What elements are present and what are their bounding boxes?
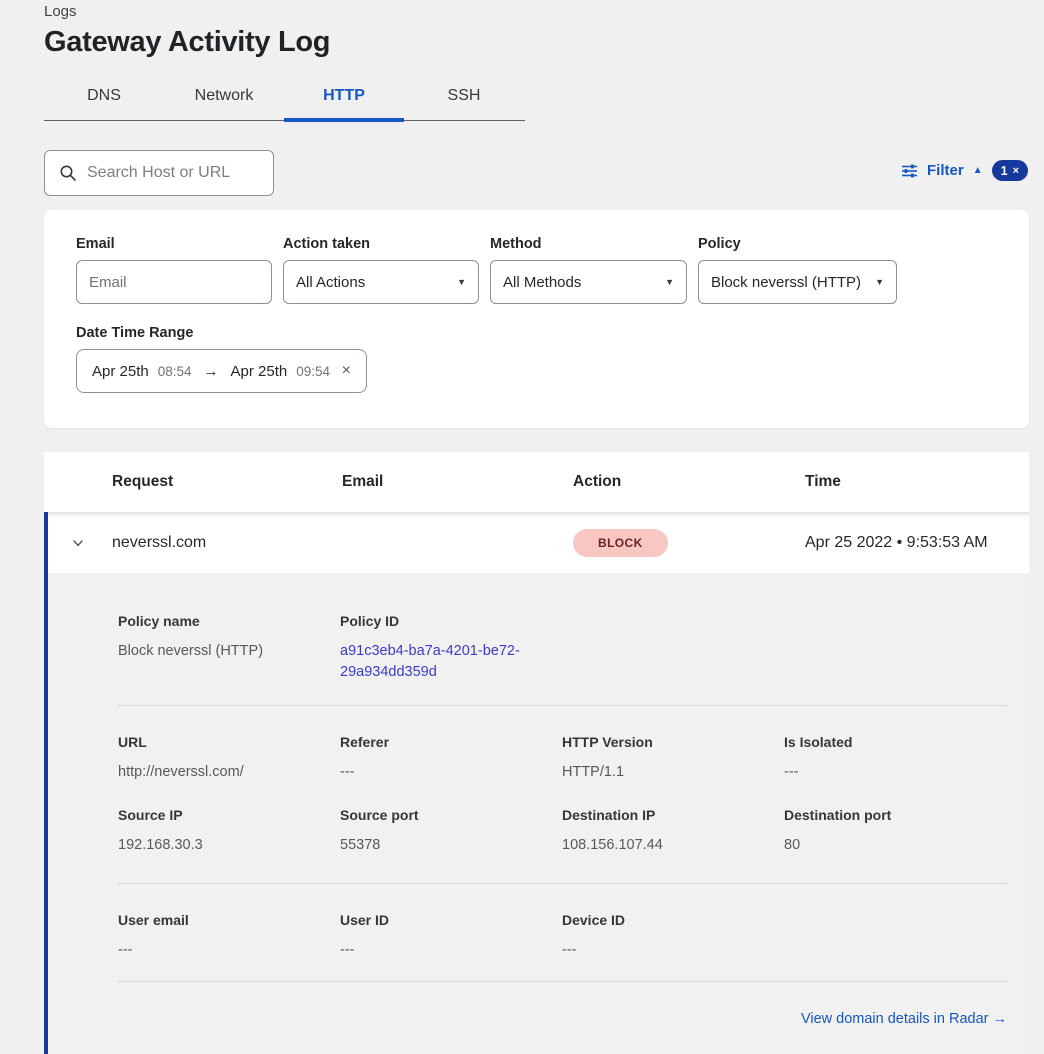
- search-input[interactable]: [87, 164, 294, 182]
- email-filter-label: Email: [76, 236, 272, 252]
- detail-http-version: HTTP Version HTTP/1.1: [562, 734, 784, 783]
- table-header: Request Email Action Time: [44, 452, 1029, 512]
- detail-user-id: User ID ---: [340, 912, 562, 961]
- tab-network[interactable]: Network: [164, 76, 284, 120]
- email-filter-input[interactable]: [76, 260, 272, 304]
- detail-source-ip: Source IP 192.168.30.3: [118, 807, 340, 856]
- radar-details-link[interactable]: View domain details in Radar →: [801, 1011, 1007, 1027]
- detail-policy-id: Policy ID a91c3eb4-ba7a-4201-be72-29a934…: [340, 613, 562, 683]
- detail-source-port: Source port 55378: [340, 807, 562, 856]
- chevron-down-icon: ▼: [665, 277, 674, 287]
- end-time[interactable]: 09:54: [296, 364, 330, 379]
- row-expand-chevron-icon[interactable]: [69, 534, 87, 552]
- detail-destination-ip: Destination IP 108.156.107.44: [562, 807, 784, 856]
- policy-id-link[interactable]: a91c3eb4-ba7a-4201-be72-29a934dd359d: [340, 641, 532, 683]
- date-range-label: Date Time Range: [76, 325, 997, 341]
- row-request: neverssl.com: [112, 534, 342, 552]
- search-icon: [59, 164, 77, 182]
- column-header-request: Request: [112, 473, 342, 491]
- detail-device-id: Device ID ---: [562, 912, 784, 961]
- detail-policy-name: Policy name Block neverssl (HTTP): [118, 613, 340, 683]
- clear-filters-icon[interactable]: ×: [1013, 165, 1019, 177]
- policy-select[interactable]: Block neverssl (HTTP) ▼: [698, 260, 897, 304]
- tab-ssh[interactable]: SSH: [404, 76, 524, 120]
- chevron-down-icon: ▼: [457, 277, 466, 287]
- filter-field-action-taken: Action taken All Actions ▼: [283, 236, 479, 304]
- breadcrumb[interactable]: Logs: [44, 3, 77, 20]
- filter-label: Filter: [927, 162, 964, 179]
- policy-label: Policy: [698, 236, 897, 252]
- method-value: All Methods: [503, 274, 581, 291]
- search-box[interactable]: [44, 150, 274, 196]
- filter-toggle[interactable]: Filter ▲ 1 ×: [901, 160, 1028, 181]
- row-details-panel: Policy name Block neverssl (HTTP) Policy…: [44, 573, 1029, 1054]
- detail-is-isolated: Is Isolated ---: [784, 734, 1006, 783]
- method-label: Method: [490, 236, 687, 252]
- clear-date-range-icon[interactable]: ×: [342, 362, 351, 380]
- detail-destination-port: Destination port 80: [784, 807, 1006, 856]
- selected-row-accent-bar: [44, 512, 48, 1054]
- filter-field-method: Method All Methods ▼: [490, 236, 687, 304]
- page-title: Gateway Activity Log: [44, 26, 330, 59]
- log-table: Request Email Action Time neverssl.com B…: [44, 452, 1029, 1054]
- date-range-picker[interactable]: Apr 25th 08:54 → Apr 25th 09:54 ×: [76, 349, 367, 393]
- detail-user-email: User email ---: [118, 912, 340, 961]
- filter-field-policy: Policy Block neverssl (HTTP) ▼: [698, 236, 897, 304]
- policy-value: Block neverssl (HTTP): [711, 274, 861, 291]
- action-taken-value: All Actions: [296, 274, 365, 291]
- column-header-time: Time: [805, 473, 1029, 491]
- tab-http[interactable]: HTTP: [284, 76, 404, 120]
- arrow-right-icon: →: [201, 363, 222, 380]
- end-date[interactable]: Apr 25th: [231, 363, 288, 380]
- divider: [118, 705, 1007, 706]
- detail-referer: Referer ---: [340, 734, 562, 783]
- tab-bar: DNS Network HTTP SSH: [44, 76, 525, 121]
- method-select[interactable]: All Methods ▼: [490, 260, 687, 304]
- filter-panel: Email Action taken All Actions ▼ Method …: [44, 210, 1029, 428]
- tab-dns[interactable]: DNS: [44, 76, 164, 120]
- action-taken-label: Action taken: [283, 236, 479, 252]
- table-row[interactable]: neverssl.com BLOCK Apr 25 2022 • 9:53:53…: [44, 512, 1029, 573]
- detail-url: URL http://neverssl.com/: [118, 734, 340, 783]
- start-time[interactable]: 08:54: [158, 364, 192, 379]
- filter-sliders-icon: [901, 163, 918, 179]
- column-header-action: Action: [573, 473, 805, 491]
- filter-count-badge[interactable]: 1 ×: [992, 160, 1028, 181]
- divider: [118, 981, 1007, 982]
- chevron-down-icon: ▼: [875, 277, 884, 287]
- filter-field-email: Email: [76, 236, 272, 304]
- divider: [118, 883, 1007, 884]
- row-action: BLOCK: [573, 529, 805, 557]
- filter-count: 1: [1001, 164, 1008, 178]
- filter-field-date-range: Date Time Range Apr 25th 08:54 → Apr 25t…: [76, 325, 997, 393]
- column-header-email: Email: [342, 473, 573, 491]
- start-date[interactable]: Apr 25th: [92, 363, 149, 380]
- block-status-badge: BLOCK: [573, 529, 668, 557]
- collapse-caret-icon[interactable]: ▲: [973, 166, 983, 176]
- action-taken-select[interactable]: All Actions ▼: [283, 260, 479, 304]
- row-time: Apr 25 2022 • 9:53:53 AM: [805, 534, 1029, 552]
